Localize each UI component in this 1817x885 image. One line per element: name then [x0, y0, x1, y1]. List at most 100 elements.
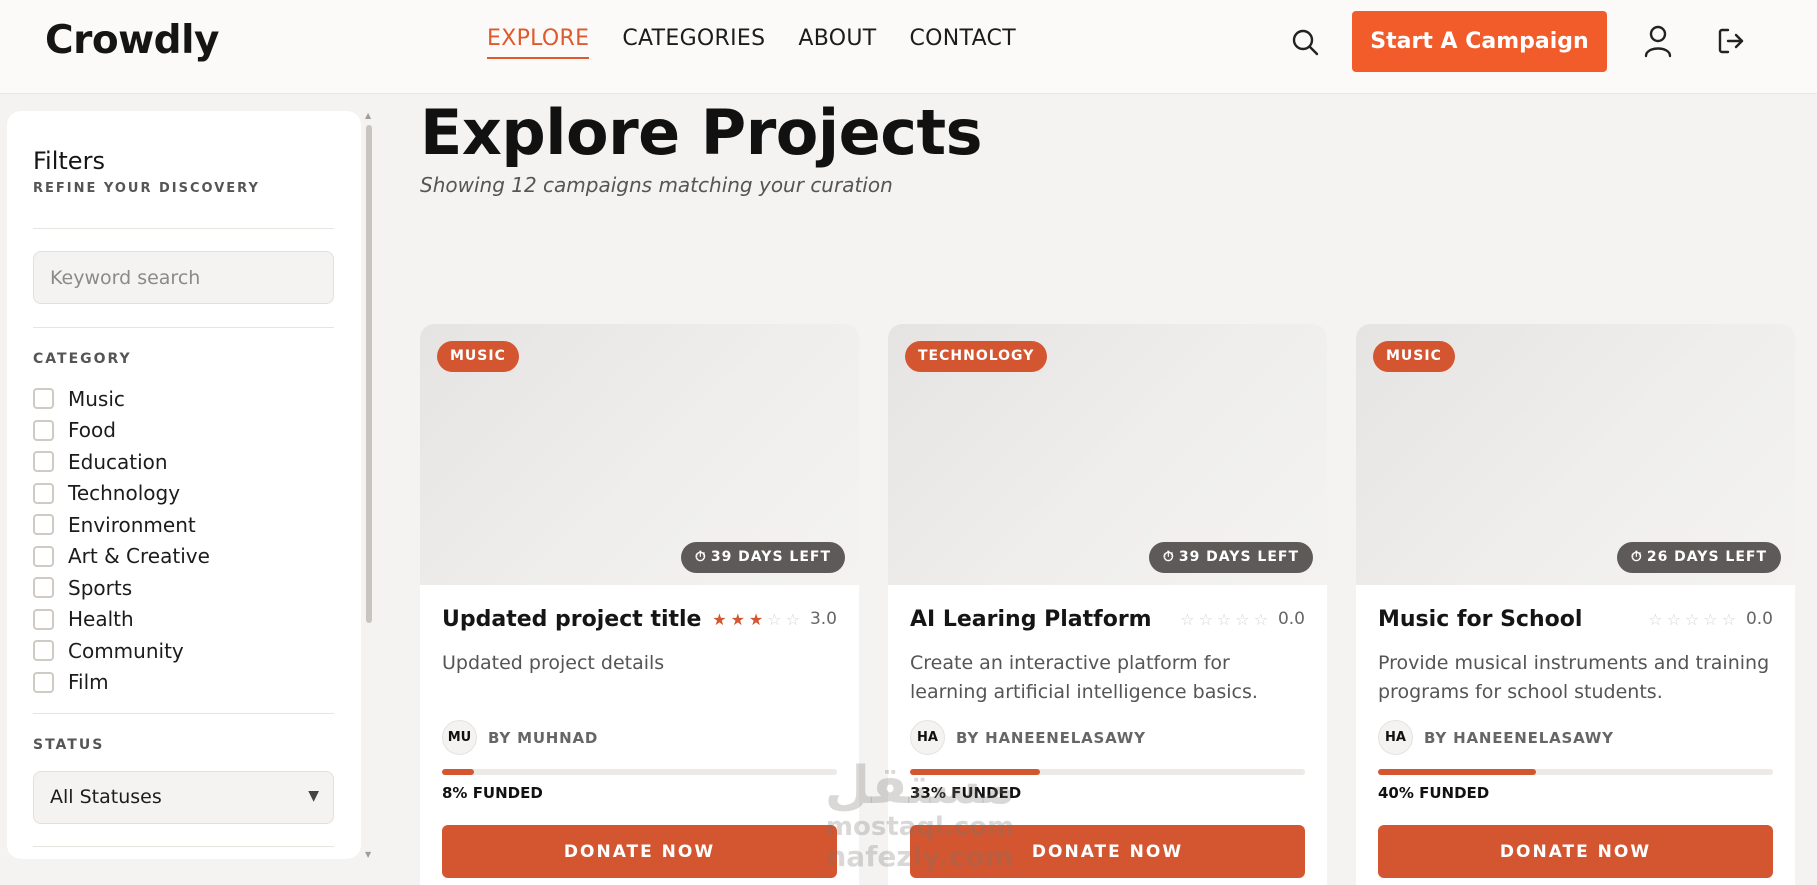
rating: ☆ ☆ ☆ ☆ ☆ 0.0 — [1176, 609, 1305, 629]
checkbox[interactable] — [33, 671, 54, 693]
project-card[interactable]: TECHNOLOGY ⏱ 39 DAYS LEFT AI Learing Plat… — [888, 324, 1327, 885]
funded-text: 8% FUNDED — [442, 784, 543, 802]
days-left-badge: ⏱ 26 DAYS LEFT — [1616, 542, 1781, 573]
project-author: HA BY HANEENELASAWY — [1378, 720, 1614, 755]
nav-contact[interactable]: CONTACT — [910, 26, 1016, 59]
funding-progress-bar — [1378, 769, 1773, 775]
donate-button[interactable]: DONATE NOW — [1378, 825, 1773, 878]
donate-button[interactable]: DONATE NOW — [910, 825, 1305, 878]
category-option-film[interactable]: Film — [33, 667, 210, 699]
checkbox[interactable] — [33, 419, 54, 441]
project-author: HA BY HANEENELASAWY — [910, 720, 1146, 755]
category-option-food[interactable]: Food — [33, 415, 210, 447]
category-badge: MUSIC — [1373, 341, 1455, 372]
category-option-health[interactable]: Health — [33, 604, 210, 636]
days-left-badge: ⏱ 39 DAYS LEFT — [680, 542, 845, 573]
logo[interactable]: Crowdly — [45, 18, 219, 63]
days-left-text: 26 DAYS LEFT — [1646, 549, 1767, 565]
start-campaign-button[interactable]: Start A Campaign — [1352, 11, 1607, 72]
checkbox[interactable] — [33, 608, 54, 630]
filters-sidebar: Filters REFINE YOUR DISCOVERY CATEGORY M… — [7, 111, 361, 859]
nav-about[interactable]: ABOUT — [798, 26, 876, 59]
project-image[interactable]: TECHNOLOGY ⏱ 39 DAYS LEFT — [888, 324, 1327, 585]
project-image[interactable]: MUSIC ⏱ 26 DAYS LEFT — [1356, 324, 1795, 585]
category-option-art-creative[interactable]: Art & Creative — [33, 541, 210, 573]
project-author: MU BY MUHNAD — [442, 720, 598, 755]
category-option-label: Art & Creative — [68, 544, 210, 569]
funded-text: 33% FUNDED — [910, 784, 1022, 802]
funding-progress-fill — [1378, 769, 1536, 775]
checkbox[interactable] — [33, 577, 54, 599]
page-subtitle: Showing 12 campaigns matching your curat… — [420, 173, 893, 197]
divider — [33, 846, 334, 847]
funding-progress-bar — [910, 769, 1305, 775]
checkbox[interactable] — [33, 640, 54, 662]
scroll-down-icon[interactable]: ▼ — [365, 850, 371, 859]
scrollbar-thumb[interactable] — [366, 125, 372, 623]
clock-icon: ⏱ — [694, 549, 707, 565]
star-outline-icon: ☆ — [1703, 609, 1718, 629]
star-outline-icon: ☆ — [767, 609, 782, 629]
star-outline-icon: ☆ — [1235, 609, 1250, 629]
days-left-text: 39 DAYS LEFT — [1178, 549, 1299, 565]
donate-button[interactable]: DONATE NOW — [442, 825, 837, 878]
category-option-community[interactable]: Community — [33, 635, 210, 667]
checkbox[interactable] — [33, 545, 54, 567]
star-outline-icon: ☆ — [1648, 609, 1663, 629]
status-select[interactable]: All Statuses ▼ — [33, 771, 334, 824]
project-description: Create an interactive platform for learn… — [910, 652, 1258, 703]
category-option-education[interactable]: Education — [33, 446, 210, 478]
logout-icon[interactable] — [1716, 26, 1746, 56]
project-card[interactable]: MUSIC ⏱ 39 DAYS LEFT Updated project titl… — [420, 324, 859, 885]
project-description: Updated project details — [442, 652, 665, 674]
nav-explore[interactable]: EXPLORE — [487, 26, 590, 59]
category-option-technology[interactable]: Technology — [33, 478, 210, 510]
rating-value: 0.0 — [1745, 609, 1773, 629]
star-outline-icon: ☆ — [1666, 609, 1681, 629]
category-option-label: Music — [68, 386, 125, 411]
project-title[interactable]: AI Learing Platform — [910, 607, 1152, 632]
category-option-label: Community — [68, 638, 184, 663]
checkbox[interactable] — [33, 514, 54, 536]
author-name: BY HANEENELASAWY — [956, 728, 1146, 747]
category-option-music[interactable]: Music — [33, 383, 210, 415]
category-option-label: Environment — [68, 512, 196, 537]
search-icon[interactable] — [1290, 27, 1320, 57]
project-title[interactable]: Updated project title — [442, 607, 701, 632]
clock-icon: ⏱ — [1630, 549, 1643, 565]
funded-text: 40% FUNDED — [1378, 784, 1490, 802]
category-option-label: Food — [68, 418, 116, 443]
rating-value: 0.0 — [1277, 609, 1305, 629]
category-option-label: Technology — [68, 481, 181, 506]
category-list: Music Food Education Technology Environm… — [33, 383, 210, 698]
caret-down-icon: ▼ — [308, 788, 319, 804]
checkbox[interactable] — [33, 388, 54, 410]
divider — [33, 228, 334, 229]
keyword-search-input[interactable] — [33, 251, 334, 304]
sidebar-scrollbar[interactable]: ▲ ▼ — [364, 111, 374, 859]
project-card[interactable]: MUSIC ⏱ 26 DAYS LEFT Music for School ☆ ☆ ☆… — [1356, 324, 1795, 885]
top-navbar: Crowdly EXPLORE CATEGORIES ABOUT CONTACT… — [0, 0, 1817, 94]
project-title[interactable]: Music for School — [1378, 607, 1582, 632]
user-icon[interactable] — [1643, 24, 1673, 58]
project-image[interactable]: MUSIC ⏱ 39 DAYS LEFT — [420, 324, 859, 585]
avatar: HA — [910, 720, 945, 755]
scroll-up-icon[interactable]: ▲ — [365, 111, 371, 120]
checkbox[interactable] — [33, 482, 54, 504]
category-option-environment[interactable]: Environment — [33, 509, 210, 541]
category-option-label: Education — [68, 449, 168, 474]
checkbox[interactable] — [33, 451, 54, 473]
rating: ☆ ☆ ☆ ☆ ☆ 0.0 — [1644, 609, 1773, 629]
category-option-sports[interactable]: Sports — [33, 572, 210, 604]
page-title: Explore Projects — [420, 96, 983, 169]
project-description: Provide musical instruments and training… — [1378, 652, 1770, 703]
star-outline-icon: ☆ — [1180, 609, 1195, 629]
category-option-label: Sports — [68, 575, 133, 600]
category-label: CATEGORY — [33, 351, 132, 367]
nav-categories[interactable]: CATEGORIES — [622, 26, 765, 59]
star-outline-icon: ☆ — [1253, 609, 1268, 629]
rating-value: 3.0 — [809, 609, 837, 629]
funding-progress-bar — [442, 769, 837, 775]
status-select-value: All Statuses — [50, 786, 162, 808]
category-badge: TECHNOLOGY — [905, 341, 1048, 372]
